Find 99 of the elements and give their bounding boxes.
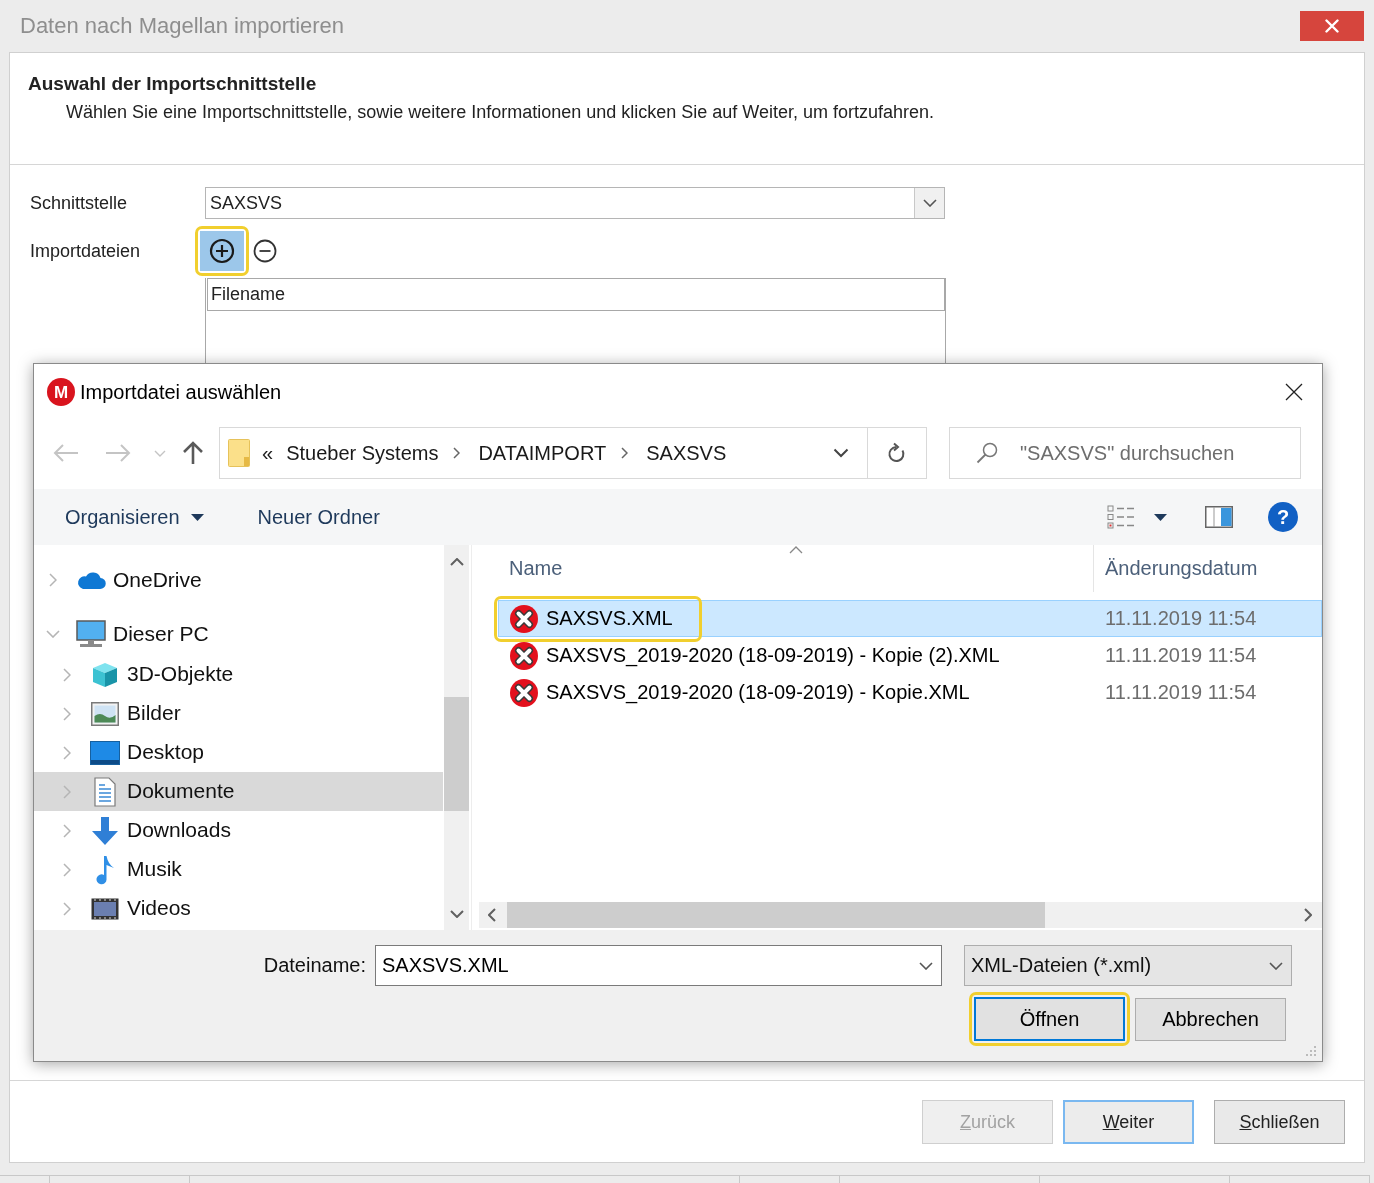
scrollbar-thumb[interactable] [444,697,469,811]
remove-icon [253,239,277,263]
cloud-icon [76,570,106,590]
chevron-right-icon[interactable] [63,823,71,838]
breadcrumb-item[interactable]: Stueber Systems [286,440,439,466]
scroll-down-icon[interactable] [449,910,464,918]
scroll-right-icon[interactable] [1304,908,1312,922]
chevron-right-icon [621,447,629,459]
dialog-title: Importdatei auswählen [80,379,282,405]
chevron-down-icon [922,199,937,207]
up-arrow-icon[interactable] [182,441,204,465]
organize-menu-button[interactable]: Organisieren [65,504,204,530]
column-header[interactable]: Änderungsdatum [1094,545,1258,592]
section-description: Wählen Sie eine Importschnittstelle, sowie weitere Informationen und klicken Sie auf Weiter, um fortzufahren. [65,101,936,124]
scrollbar-thumb[interactable] [507,902,1045,928]
tree-item[interactable]: Desktop [34,733,443,772]
preview-pane-icon [1205,506,1233,528]
close-icon[interactable] [1285,383,1303,401]
file-row[interactable]: SAXSVS_2019-2020 (18-09-2019) - Kopie (2).XML 11.11.2019 11:54 [498,637,1322,674]
tree-item[interactable]: OneDrive [34,559,443,601]
window-title: Daten nach Magellan importieren [20,12,345,40]
tree-item[interactable]: Musik [34,850,443,889]
caret-down-icon [190,513,204,521]
tree-item[interactable]: 3D-Objekte [34,655,443,694]
help-button[interactable]: ? [1268,502,1298,532]
chevron-right-icon[interactable] [63,784,71,799]
breadcrumb-item[interactable]: DATAIMPORT [478,440,607,466]
picture-icon [91,701,119,726]
open-button[interactable]: Öffnen [974,997,1125,1041]
breadcrumb-overflow[interactable]: « [262,440,274,466]
resize-grip-icon[interactable] [1305,1045,1317,1057]
file-row[interactable]: SAXSVS_2019-2020 (18-09-2019) - Kopie.XML 11.11.2019 11:54 [498,674,1322,711]
refresh-icon [887,442,907,464]
tree-item[interactable]: Videos [34,889,443,928]
tree-item[interactable]: Downloads [34,811,443,850]
chevron-right-icon[interactable] [63,745,71,760]
breadcrumb-item[interactable]: SAXSVS [646,440,727,466]
close-icon [1325,19,1339,33]
chevron-down-icon[interactable] [919,961,933,970]
file-name: SAXSVS_2019-2020 (18-09-2019) - Kopie (2).XML [546,643,1000,668]
chevron-right-icon [453,447,461,459]
field-label: Schnittstelle [30,191,129,215]
document-icon [94,776,116,807]
column-header[interactable]: Filename [207,278,945,311]
desktop-icon [90,740,120,765]
folder-icon [228,439,250,467]
film-icon [91,897,119,920]
caret-down-icon [1154,513,1167,521]
refresh-button[interactable] [868,427,927,479]
tree-item[interactable]: Dieser PC [34,613,443,655]
close-button[interactable]: Schließen [1214,1100,1345,1144]
download-arrow-icon [91,815,119,846]
remove-button[interactable] [253,239,277,263]
search-field[interactable]: "SAXSVS" durchsuchen [949,427,1301,479]
file-name: SAXSVS_2019-2020 (18-09-2019) - Kopie.XML [546,680,970,705]
chevron-right-icon[interactable] [63,706,71,721]
x-circle-icon [509,603,539,634]
chevron-right-icon[interactable] [63,862,71,877]
search-icon [976,442,998,464]
column-header[interactable]: Name [498,545,1094,592]
cancel-button[interactable]: Abbrechen [1135,997,1286,1041]
address-bar[interactable]: « Stueber Systems DATAIMPORT SAXSVS [219,427,868,479]
app-logo: M [47,378,75,406]
field-label: Dateiname: [262,953,366,978]
tree-item[interactable]: Dokumente [34,772,443,811]
x-circle-icon [509,677,539,708]
field-label: Importdateien [30,239,142,263]
new-folder-button[interactable]: Neuer Ordner [257,504,380,530]
cube-icon [91,660,119,689]
interface-combobox[interactable]: SAXSVS [205,187,945,219]
music-note-icon [95,854,115,885]
view-options-button[interactable] [1107,505,1167,529]
file-type-dropdown[interactable]: XML-Dateien (*.xml) [964,945,1292,986]
file-date: 11.11.2019 11:54 [1104,680,1257,705]
next-button[interactable]: Weiter [1063,1100,1194,1144]
add-icon [209,238,235,264]
filename-input[interactable]: SAXSVS.XML [382,953,919,978]
chevron-down-icon[interactable] [833,448,849,458]
horizontal-scrollbar[interactable] [479,902,1322,928]
tree-item[interactable]: Bilder [34,694,443,733]
filename-combobox[interactable]: SAXSVS.XML [375,945,942,986]
scroll-up-icon[interactable] [449,558,464,566]
chevron-down-icon [1269,961,1283,970]
section-title: Auswahl der Importschnittstelle [28,72,318,96]
dropdown-button[interactable] [914,188,944,218]
close-button[interactable] [1300,11,1364,41]
scroll-left-icon[interactable] [488,908,496,922]
file-date: 11.11.2019 11:54 [1104,643,1257,668]
x-circle-icon [509,640,539,671]
search-input[interactable]: "SAXSVS" durchsuchen [1020,440,1300,466]
file-date: 11.11.2019 11:54 [1104,606,1257,631]
vertical-scrollbar[interactable] [444,545,469,930]
chevron-right-icon[interactable] [63,667,71,682]
chevron-right-icon[interactable] [63,901,71,916]
details-view-icon [1107,505,1137,529]
preview-pane-button[interactable] [1205,506,1233,528]
chevron-right-icon[interactable] [49,573,57,587]
monitor-icon [76,620,106,648]
file-name: SAXSVS.XML [546,606,673,631]
